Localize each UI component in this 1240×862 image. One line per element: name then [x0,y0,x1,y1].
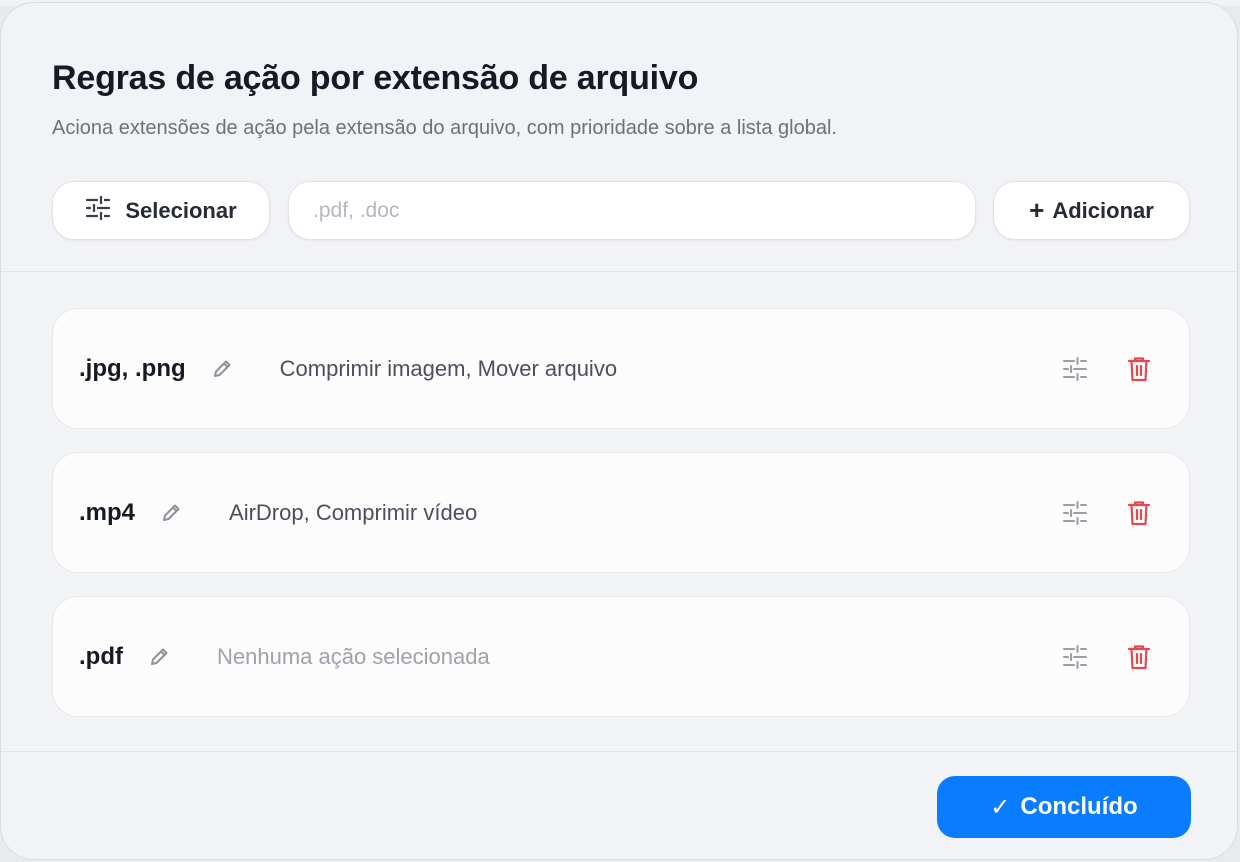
add-rule-label: Adicionar [1052,197,1154,223]
rule-extension: .mp4 [79,498,136,526]
rule-row: .mp4 AirDrop, Comprimir vídeo [52,452,1190,573]
sliders-icon[interactable] [1061,643,1089,671]
rule-actions: AirDrop, Comprimir vídeo [229,499,478,525]
plus-icon: + [1029,194,1045,225]
rule-actions: Comprimir imagem, Mover arquivo [279,355,618,381]
rule-extension: .jpg, .png [79,354,186,382]
dialog-subtitle: Aciona extensões de ação pela extensão d… [52,117,837,139]
extension-input[interactable] [288,181,976,240]
dialog-header: Regras de ação por extensão de arquivo A… [1,3,1237,272]
done-button[interactable]: ✓ Concluído [937,776,1191,838]
sliders-icon[interactable] [1061,355,1089,383]
sliders-icon [85,195,111,226]
checkmark-icon: ✓ [990,793,1011,821]
rule-row: .pdf Nenhuma ação selecionada [52,596,1190,717]
pencil-icon[interactable] [208,355,236,383]
done-button-label: Concluído [1020,793,1138,820]
add-rule-button[interactable]: + Adicionar [993,181,1190,240]
rule-row: .jpg, .png Comprimir imagem, Mover arqui… [52,308,1190,429]
rule-extension: .pdf [79,642,123,670]
dialog-footer: ✓ Concluído [1,751,1237,859]
trash-icon[interactable] [1125,499,1153,527]
rules-list: .jpg, .png Comprimir imagem, Mover arqui… [1,272,1237,751]
trash-icon[interactable] [1125,355,1153,383]
trash-icon[interactable] [1125,643,1153,671]
dialog-title: Regras de ação por extensão de arquivo [52,59,699,97]
sliders-icon[interactable] [1061,499,1089,527]
select-actions-button[interactable]: Selecionar [52,181,270,240]
rule-actions-empty: Nenhuma ação selecionada [216,643,490,669]
pencil-icon[interactable] [157,499,185,527]
select-actions-label: Selecionar [125,197,237,223]
pencil-icon[interactable] [145,643,173,671]
rules-dialog: Regras de ação por extensão de arquivo A… [0,2,1238,860]
